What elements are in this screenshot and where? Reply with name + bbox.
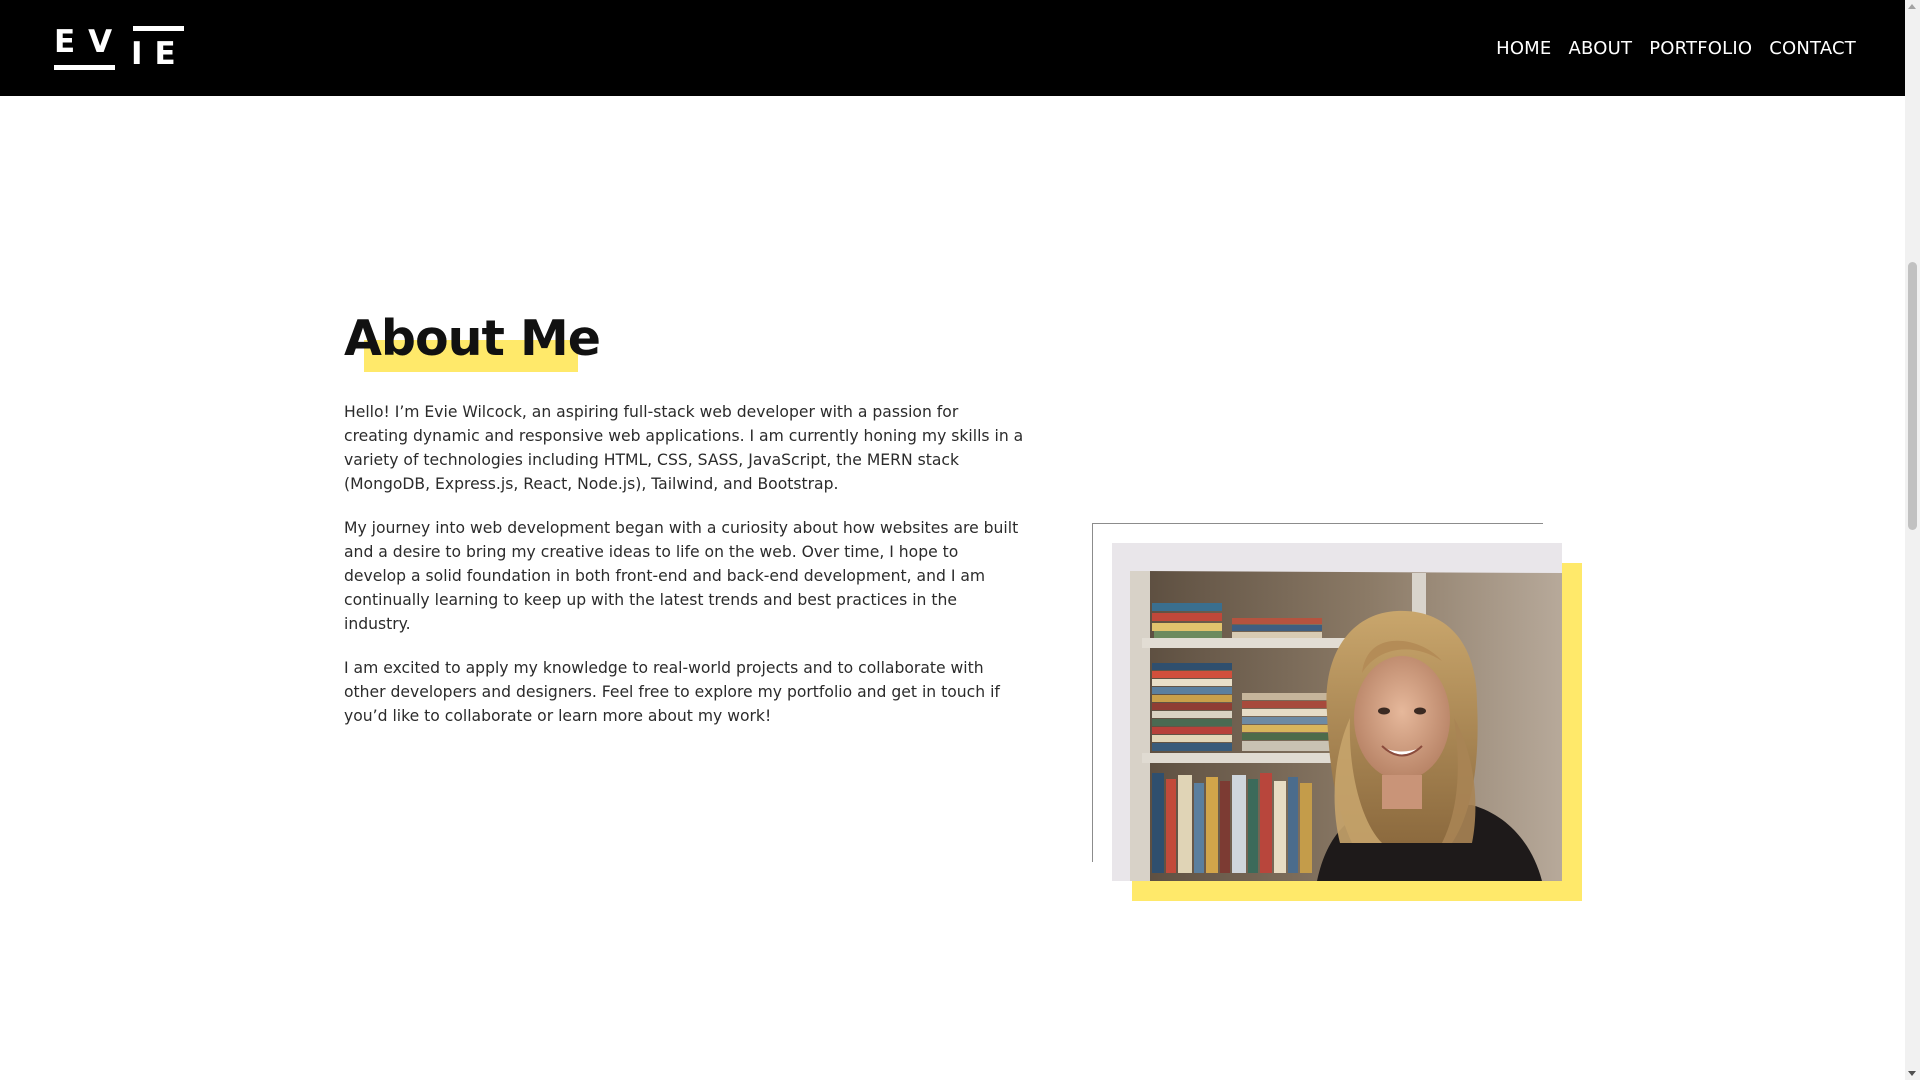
evie-logo[interactable]: EV IE	[54, 24, 184, 72]
about-paragraph-3: I am excited to apply my knowledge to re…	[344, 659, 1000, 725]
main-nav: HOME ABOUT PORTFOLIO CONTACT	[1496, 0, 1856, 96]
scroll-down-arrow-icon[interactable]	[1908, 1071, 1916, 1076]
about-heading: About Me	[344, 310, 601, 367]
logo-bar-bottom	[54, 65, 115, 70]
nav-link-portfolio[interactable]: PORTFOLIO	[1649, 38, 1752, 59]
logo-mark: EV IE	[54, 24, 184, 72]
about-paragraph-1: Hello! I’m Evie Wilcock, an aspiring ful…	[344, 403, 1024, 493]
logo-text-bottom: IE	[131, 36, 188, 72]
nav-link-home[interactable]: HOME	[1496, 38, 1551, 59]
navbar: EV IE HOME ABOUT PORTFOLIO CONTACT	[0, 0, 1905, 96]
scrollbar-thumb[interactable]	[1908, 262, 1917, 530]
logo-bar-top	[133, 26, 184, 31]
scroll-up-arrow-icon[interactable]	[1908, 4, 1916, 9]
about-text: Hello! I’m Evie Wilcock, an aspiring ful…	[344, 400, 1024, 748]
nav-link-about[interactable]: ABOUT	[1569, 38, 1633, 59]
page-scrollbar[interactable]	[1905, 0, 1920, 1080]
about-paragraph-2: My journey into web development began wi…	[344, 519, 1019, 633]
portrait-photo	[1112, 543, 1562, 881]
about-heading-wrap: About Me	[344, 306, 604, 372]
logo-text-top: EV	[54, 24, 126, 60]
nav-link-contact[interactable]: CONTACT	[1769, 38, 1856, 59]
